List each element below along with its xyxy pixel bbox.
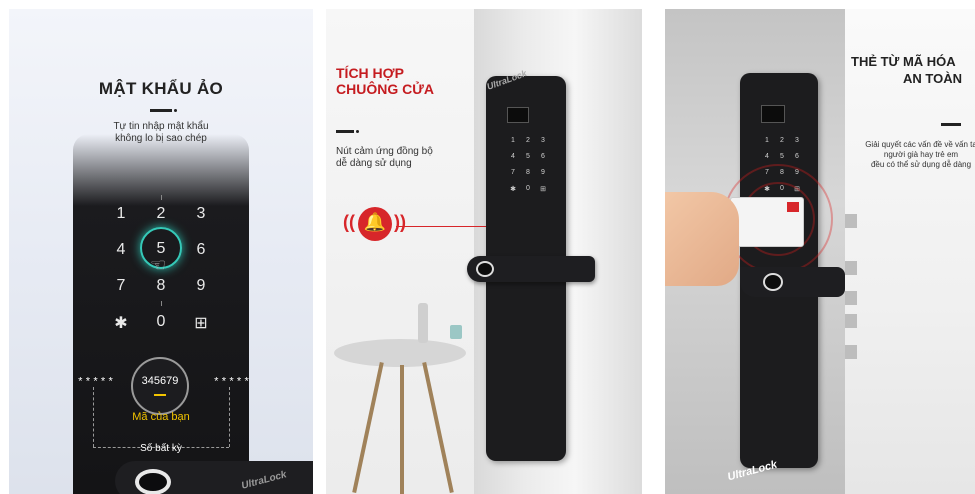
your-code-caption: Mã của bạn (132, 411, 190, 423)
key-4: 4 (765, 153, 769, 160)
masked-digits-right: ***** (213, 377, 252, 389)
panel3-subtitle-line1: Giải quyết các vấn đề về vấn ta (865, 140, 975, 149)
code-underline (154, 394, 166, 396)
title-divider (150, 109, 172, 112)
fingerprint-sensor (763, 273, 783, 291)
lock-screen (761, 105, 785, 123)
panel1-title: MẬT KHẨU ẢO (98, 79, 224, 98)
key-star: ✱ (114, 315, 128, 332)
panel3-title-line2: AN TOÀN (903, 71, 962, 86)
key-4: 4 (116, 241, 126, 258)
masked-digits-left: ***** (77, 377, 116, 389)
lock-screen (507, 107, 529, 123)
door-hinge (845, 314, 857, 328)
key-tick (161, 195, 162, 200)
door-hinge (845, 345, 857, 359)
panel2-title-line2: CHUÔNG CỬA (336, 81, 434, 97)
panel2-title: TÍCH HỢP CHUÔNG CỬA (336, 65, 434, 97)
key-5: 5 (780, 153, 784, 160)
key-hash: ⊞ (194, 315, 208, 332)
card-logo (787, 202, 799, 212)
bell-icon: 🔔 (363, 212, 387, 232)
key-1: 1 (116, 205, 126, 222)
panel2-subtitle-line1: Nút cảm ứng đồng bộ (336, 146, 433, 157)
door-handle (740, 267, 845, 297)
side-table (334, 339, 466, 367)
title-divider-dot (174, 109, 177, 112)
fingerprint-sensor (135, 469, 171, 494)
random-digits-caption: Số bất kỳ (140, 443, 182, 454)
key-7: 7 (511, 169, 515, 176)
panel2-subtitle: Nút cảm ứng đồng bộ dễ dàng sử dụng (336, 146, 433, 170)
key-1: 1 (765, 137, 769, 144)
panel3-subtitle-line3: đều có thể sử dụng dễ dàng (870, 160, 972, 169)
key-1: 1 (511, 137, 515, 144)
key-7: 7 (116, 277, 126, 294)
title-divider-dot (356, 130, 359, 133)
rfid-card-panel: THẺ TỪ MÃ HÓA AN TOÀN Giải quyết các vấn… (665, 9, 975, 494)
panel3-title-line1: THẺ TỪ MÃ HÓA (851, 54, 956, 69)
hand-holding-card (665, 192, 739, 286)
title-divider (941, 123, 961, 126)
key-0: 0 (156, 313, 166, 330)
panel3-subtitle: Giải quyết các vấn đề về vấn ta người gi… (851, 140, 975, 170)
door-hinge (845, 261, 857, 275)
panel3-subtitle-line2: người già hay trẻ em (883, 150, 959, 159)
key-6: 6 (795, 153, 799, 160)
key-5: 5 (526, 153, 530, 160)
key-3: 3 (541, 137, 545, 144)
vase (418, 303, 428, 343)
bracket-right (229, 387, 230, 447)
key-2: 2 (156, 205, 166, 222)
fingerprint-sensor (476, 261, 494, 277)
key-hash: ⊞ (540, 186, 546, 193)
panel2-title-line1: TÍCH HỢP (336, 65, 404, 81)
key-0: 0 (526, 185, 530, 192)
key-6: 6 (541, 153, 545, 160)
key-star: ✱ (510, 186, 516, 193)
key-3: 3 (196, 205, 206, 222)
bell-wave-left: (( (343, 212, 355, 232)
key-9: 9 (541, 169, 545, 176)
key-2: 2 (780, 137, 784, 144)
panel3-title: THẺ TỪ MÃ HÓA AN TOÀN (851, 53, 975, 87)
key-6: 6 (196, 241, 206, 258)
code-value: 345679 (141, 375, 179, 387)
panel1-subtitle-line1: Tự tin nhập mật khẩu (113, 121, 209, 132)
title-divider (336, 130, 354, 133)
virtual-password-panel: MẬT KHẨU ẢO Tự tin nhập mật khẩu không l… (9, 9, 313, 494)
key-4: 4 (511, 153, 515, 160)
bell-wave-right: )) (394, 212, 406, 232)
key-9: 9 (196, 277, 206, 294)
panel2-subtitle-line2: dễ dàng sử dụng (336, 158, 412, 169)
key-8: 8 (526, 169, 530, 176)
key-3: 3 (795, 137, 799, 144)
doorbell-panel: TÍCH HỢP CHUÔNG CỬA Nút cảm ứng đồng bộ … (326, 9, 642, 494)
door-hinge (845, 214, 857, 228)
key-tick (161, 301, 162, 306)
finger-touch-icon: ☜ (150, 255, 167, 275)
key-8: 8 (156, 277, 166, 294)
cup (450, 325, 462, 339)
key-2: 2 (526, 137, 530, 144)
table-leg (400, 365, 404, 494)
bracket-left (93, 387, 94, 447)
door-hinge (845, 291, 857, 305)
